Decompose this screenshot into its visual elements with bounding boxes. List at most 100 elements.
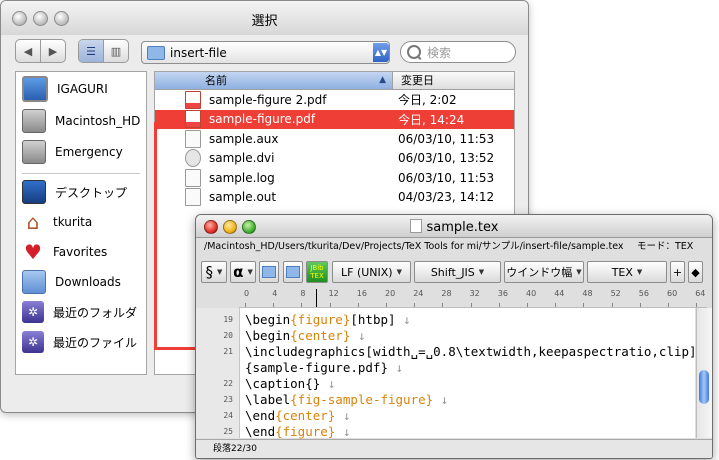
sidebar-item-macintosh-hd[interactable]: Macintosh_HD bbox=[22, 107, 146, 135]
forward-arrow-icon[interactable]: ▶ bbox=[41, 40, 65, 62]
folder-popup[interactable]: insert-file ▲▼ bbox=[141, 41, 390, 64]
search-field[interactable]: 検索 bbox=[400, 41, 516, 63]
sidebar-item-label: 最近のファイル bbox=[53, 335, 138, 350]
file-name: sample-figure 2.pdf bbox=[209, 92, 327, 107]
ruler-label: 28 bbox=[441, 289, 452, 298]
code-line: \begin{center} ↓ bbox=[245, 328, 365, 343]
code-area[interactable]: \begin{figure}[htbp] ↓ \begin{center} ↓ \i… bbox=[240, 308, 697, 439]
sidebar-item-label: 最近のフォルダ bbox=[53, 305, 138, 320]
tex-argument: {fig-sample-figure} bbox=[290, 392, 434, 407]
sidebar-item-igaguri[interactable]: IGAGURI bbox=[22, 75, 146, 103]
return-mark: ↓ bbox=[388, 360, 404, 375]
file-row[interactable]: sample.dvi 06/03/10, 13:52 bbox=[155, 149, 514, 169]
editor-title: sample.tex bbox=[426, 220, 499, 235]
symbol-menu-button[interactable]: α ▼ bbox=[230, 261, 256, 283]
file-row[interactable]: sample-figure 2.pdf 今日, 2:02 bbox=[155, 90, 514, 110]
home-icon: ⌂ bbox=[26, 210, 40, 234]
jbibtex-button[interactable]: JBib TEX bbox=[306, 261, 328, 283]
search-placeholder: 検索 bbox=[427, 45, 452, 60]
code-line: \end{center} ↓ bbox=[245, 408, 350, 423]
mode-popup-label: TEX bbox=[611, 265, 633, 279]
line-number: 21 bbox=[223, 347, 233, 356]
sidebar-item-desktop[interactable]: デスクトップ bbox=[22, 178, 146, 206]
ruler-label: 64 bbox=[695, 289, 706, 298]
tex-text: [htbp] bbox=[350, 312, 396, 327]
file-date: 今日, 2:02 bbox=[398, 93, 457, 108]
folder-menu-button[interactable] bbox=[259, 261, 279, 283]
recent-files-icon: ✲ bbox=[22, 331, 44, 353]
sidebar-item-recent-folders[interactable]: ✲ 最近のフォルダ bbox=[22, 298, 146, 326]
sidebar-item-label: Favorites bbox=[53, 245, 108, 259]
file-row-selected[interactable]: sample-figure.pdf 今日, 14:24 bbox=[155, 109, 514, 129]
column-header-name[interactable]: 名前 ▲ bbox=[155, 72, 393, 89]
folder-menu-button-2[interactable] bbox=[283, 261, 303, 283]
file-name: sample.dvi bbox=[209, 151, 275, 166]
vertical-scrollbar[interactable] bbox=[696, 308, 712, 438]
wrap-popup[interactable]: ウインドウ幅 ▼ bbox=[504, 261, 584, 283]
split-add-button[interactable]: + bbox=[670, 261, 685, 283]
tex-text: {} bbox=[305, 376, 321, 391]
sidebar-item-downloads[interactable]: Downloads bbox=[22, 268, 146, 296]
line-ending-label: LF (UNIX) bbox=[341, 265, 393, 279]
computer-icon bbox=[22, 76, 48, 102]
tex-text: {sample-figure.pdf} bbox=[245, 360, 388, 375]
ruler-label: 60 bbox=[667, 289, 678, 298]
section-icon: § bbox=[205, 263, 214, 281]
sidebar-item-favorites[interactable]: ♥ Favorites bbox=[22, 238, 146, 266]
return-mark: ↓ bbox=[395, 312, 411, 327]
sidebar-item-tkurita[interactable]: ⌂ tkurita bbox=[22, 208, 146, 236]
editor-window: sample.tex /Macintosh_HD/Users/tkurita/D… bbox=[195, 214, 713, 459]
column-view-icon[interactable]: ▥ bbox=[104, 40, 128, 62]
diamond-button[interactable]: ◆ bbox=[688, 261, 703, 283]
status-bar: 段落22/30 bbox=[196, 439, 712, 458]
folder-popup-label: insert-file bbox=[170, 45, 227, 60]
editor-toolbar: § ▼ α ▼ JBib TEX LF (UNIX) ▼ Shift_JIS ▼ ウイン… bbox=[196, 258, 712, 288]
file-list-header: 名前 ▲ 変更日 bbox=[155, 72, 514, 90]
ruler-tick bbox=[386, 303, 387, 307]
return-mark: ↓ bbox=[335, 424, 351, 439]
ruler-tick bbox=[273, 303, 275, 307]
back-arrow-icon[interactable]: ◀ bbox=[16, 40, 41, 62]
ruler-label: 56 bbox=[638, 289, 649, 298]
annotation-arrow-line bbox=[154, 122, 157, 348]
dialog-title-bar: 選択 bbox=[1, 1, 528, 35]
ruler-label: 36 bbox=[497, 289, 508, 298]
line-number: 22 bbox=[223, 379, 233, 388]
ruler-label: 24 bbox=[413, 289, 424, 298]
sidebar-item-label: Emergency bbox=[55, 145, 123, 159]
return-mark: ↓ bbox=[350, 328, 366, 343]
file-row[interactable]: sample.out 04/03/23, 14:12 bbox=[155, 188, 514, 208]
tex-argument: {center} bbox=[275, 408, 336, 423]
sort-ascending-icon: ▲ bbox=[379, 75, 386, 85]
folder-icon bbox=[286, 266, 300, 278]
file-name: sample.aux bbox=[209, 131, 279, 146]
column-header-name-label: 名前 bbox=[205, 74, 227, 87]
file-row[interactable]: sample.aux 06/03/10, 11:53 bbox=[155, 129, 514, 149]
hard-disk-icon bbox=[22, 140, 46, 164]
ruler-label: 12 bbox=[328, 289, 339, 298]
tex-argument: {figure} bbox=[275, 424, 336, 439]
mode-popup[interactable]: TEX ▼ bbox=[587, 261, 667, 283]
column-header-modified[interactable]: 変更日 bbox=[393, 72, 514, 89]
line-ending-popup[interactable]: LF (UNIX) ▼ bbox=[332, 261, 411, 283]
sidebar-item-label: デスクトップ bbox=[55, 185, 128, 200]
tex-command: \begin bbox=[245, 312, 291, 327]
code-line: \begin{figure}[htbp] ↓ bbox=[245, 312, 411, 327]
file-row[interactable]: sample.log 06/03/10, 11:53 bbox=[155, 168, 514, 188]
document-icon bbox=[185, 188, 201, 207]
tex-command: \caption bbox=[245, 376, 306, 391]
sidebar-item-recent-files[interactable]: ✲ 最近のファイル bbox=[22, 328, 146, 356]
ruler-tick bbox=[442, 303, 444, 307]
tex-command: \begin bbox=[245, 328, 291, 343]
list-view-icon[interactable]: ☰ bbox=[79, 40, 104, 62]
ruler-tick bbox=[301, 303, 303, 307]
status-paragraph: 段落22/30 bbox=[213, 444, 257, 454]
sidebar-item-emergency[interactable]: Emergency bbox=[22, 138, 146, 166]
encoding-popup[interactable]: Shift_JIS ▼ bbox=[414, 261, 501, 283]
ruler-tick bbox=[668, 303, 669, 307]
ruler-cursor-marker bbox=[316, 289, 317, 307]
script-menu-button[interactable]: § ▼ bbox=[201, 261, 227, 283]
sidebar-item-label: tkurita bbox=[53, 215, 93, 229]
code-line: \caption{} ↓ bbox=[245, 376, 335, 391]
scrollbar-thumb[interactable] bbox=[699, 370, 709, 404]
